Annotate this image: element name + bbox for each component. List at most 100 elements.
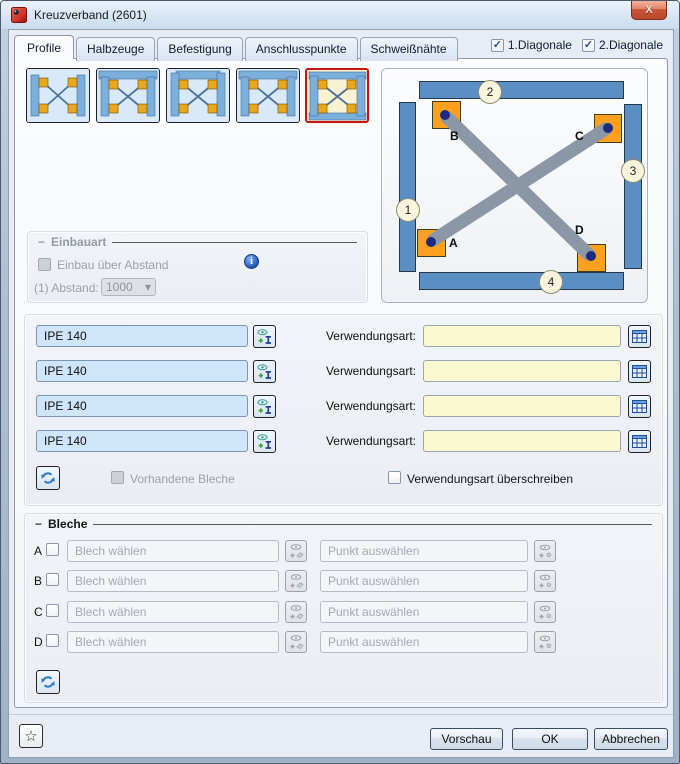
verwendungsart-input-4[interactable] [423, 430, 621, 452]
tab-halbzeuge[interactable]: Halbzeuge [76, 37, 156, 61]
verwendungsart-ueberschreiben-label: Verwendungsart überschreiben [407, 472, 574, 486]
app-logo-icon [11, 7, 27, 23]
select-blech-button-a [285, 540, 307, 562]
tab-befestigung[interactable]: Befestigung [157, 37, 243, 61]
einbauart-group: − Einbauart Einbau über Abstand i (1) Ab… [27, 231, 368, 303]
blech-input-b[interactable] [67, 570, 279, 592]
checkbox-blech-d[interactable] [46, 634, 59, 647]
favorites-button[interactable]: ☆ [19, 724, 43, 748]
checkbox-icon[interactable]: ✓ [581, 38, 595, 52]
blech-input-a[interactable] [67, 540, 279, 562]
table-icon [632, 365, 647, 378]
abstand-value: 1000 [106, 280, 133, 294]
verwendungsart-table-button-4[interactable] [628, 430, 651, 453]
variant-thumbnail-4[interactable] [236, 68, 300, 123]
tab-label: Halbzeuge [87, 42, 145, 56]
variant-inset-beam-icon [167, 69, 229, 122]
select-blech-button-b [285, 570, 307, 592]
verwendungsart-table-button-2[interactable] [628, 360, 651, 383]
title-bar[interactable]: Kreuzverband (2601) X [1, 1, 679, 29]
verwendungsart-label-4: Verwendungsart: [325, 434, 416, 448]
diagonal-toggles: ✓ 1.Diagonale ✓ 2.Diagonale [490, 38, 663, 52]
dialog-content: Profile Halbzeuge Befestigung Anschlussp… [8, 29, 674, 758]
variant-full-frame-icon [307, 70, 367, 121]
select-profile-button-2[interactable] [253, 360, 276, 383]
tab-anschlusspunkte[interactable]: Anschlusspunkte [244, 37, 358, 61]
checkbox-verwendungsart-ueberschreiben[interactable] [388, 471, 401, 484]
verwendungsart-input-2[interactable] [423, 360, 621, 382]
select-profile-button-3[interactable] [253, 395, 276, 418]
profile-input-3[interactable] [36, 395, 248, 417]
profile-input-1[interactable] [36, 325, 248, 347]
variant-top-beam-2-icon [237, 69, 299, 122]
marker-number: 2 [486, 85, 494, 99]
select-profile-icon [257, 329, 271, 344]
verwendungsart-table-button-3[interactable] [628, 395, 651, 418]
punkt-input-a[interactable] [320, 540, 528, 562]
vorschau-button[interactable]: Vorschau [430, 728, 503, 750]
footer-separator [9, 714, 673, 715]
check-icon: ✓ [492, 39, 502, 51]
member-marker-2: 2 [478, 80, 502, 104]
profile-input-4[interactable] [36, 430, 248, 452]
select-punkt-button-d [534, 631, 556, 653]
button-label: Vorschau [441, 732, 492, 746]
marker-number: 1 [404, 203, 412, 217]
variant-posts-only-icon [27, 69, 89, 122]
checkbox-diagonale-2[interactable]: ✓ 2.Diagonale [581, 38, 663, 52]
info-icon[interactable]: i [244, 254, 259, 269]
checkbox-blech-c[interactable] [46, 604, 59, 617]
verwendungsart-table-button-1[interactable] [628, 325, 651, 348]
variant-thumbnail-2[interactable] [96, 68, 160, 123]
checkbox-blech-b[interactable] [46, 573, 59, 586]
checkbox-einbau-ueber-abstand [38, 258, 51, 271]
member-marker-3: 3 [621, 159, 645, 183]
tab-label: Profile [27, 41, 62, 55]
group-title-label: Bleche [48, 517, 88, 531]
collapse-icon[interactable]: − [35, 517, 42, 531]
check-icon: ✓ [583, 39, 594, 51]
punkt-input-d[interactable] [320, 631, 528, 653]
profile-input-2[interactable] [36, 360, 248, 382]
select-profile-button-1[interactable] [253, 325, 276, 348]
blech-input-d[interactable] [67, 631, 279, 653]
verwendungsart-input-1[interactable] [423, 325, 621, 347]
verwendungsart-input-3[interactable] [423, 395, 621, 417]
tab-schweissnaehte[interactable]: Schweißnähte [359, 37, 458, 61]
table-icon [632, 435, 647, 448]
variant-thumbnail-1[interactable] [26, 68, 90, 123]
star-icon: ☆ [24, 728, 38, 745]
window-title: Kreuzverband (2601) [34, 8, 147, 22]
beam-top [419, 81, 624, 99]
checkbox-blech-a[interactable] [46, 543, 59, 556]
abstand-label: (1) Abstand: [34, 281, 99, 295]
close-button[interactable]: X [631, 1, 667, 20]
punkt-input-c[interactable] [320, 601, 528, 623]
verwendungsart-label-1: Verwendungsart: [325, 329, 416, 343]
variant-thumbnail-5-selected[interactable] [305, 68, 369, 123]
punkt-input-b[interactable] [320, 570, 528, 592]
corner-label-a: A [449, 236, 458, 250]
diagonal-brace-2 [440, 110, 596, 262]
vorhandene-bleche-label: Vorhandene Bleche [130, 472, 235, 486]
button-label: Abbrechen [601, 732, 661, 746]
group-title-line [93, 524, 652, 525]
tab-profile[interactable]: Profile [14, 35, 75, 59]
select-plate-icon [290, 605, 304, 620]
tab-label: Befestigung [168, 42, 232, 56]
refresh-profiles-button[interactable] [36, 466, 60, 490]
variant-thumbnail-3[interactable] [166, 68, 230, 123]
button-label: OK [541, 732, 559, 746]
blech-input-c[interactable] [67, 601, 279, 623]
ok-button[interactable]: OK [512, 728, 588, 750]
checkbox-icon[interactable]: ✓ [490, 38, 504, 52]
marker-number: 3 [629, 164, 637, 178]
select-plate-icon [290, 574, 304, 589]
select-profile-button-4[interactable] [253, 430, 276, 453]
refresh-bleche-button[interactable] [36, 670, 60, 694]
node-c [603, 123, 613, 133]
verwendungsart-label-2: Verwendungsart: [325, 364, 416, 378]
checkbox-diagonale-1[interactable]: ✓ 1.Diagonale [490, 38, 572, 52]
abbrechen-button[interactable]: Abbrechen [594, 728, 668, 750]
variant-top-beam-icon [97, 69, 159, 122]
